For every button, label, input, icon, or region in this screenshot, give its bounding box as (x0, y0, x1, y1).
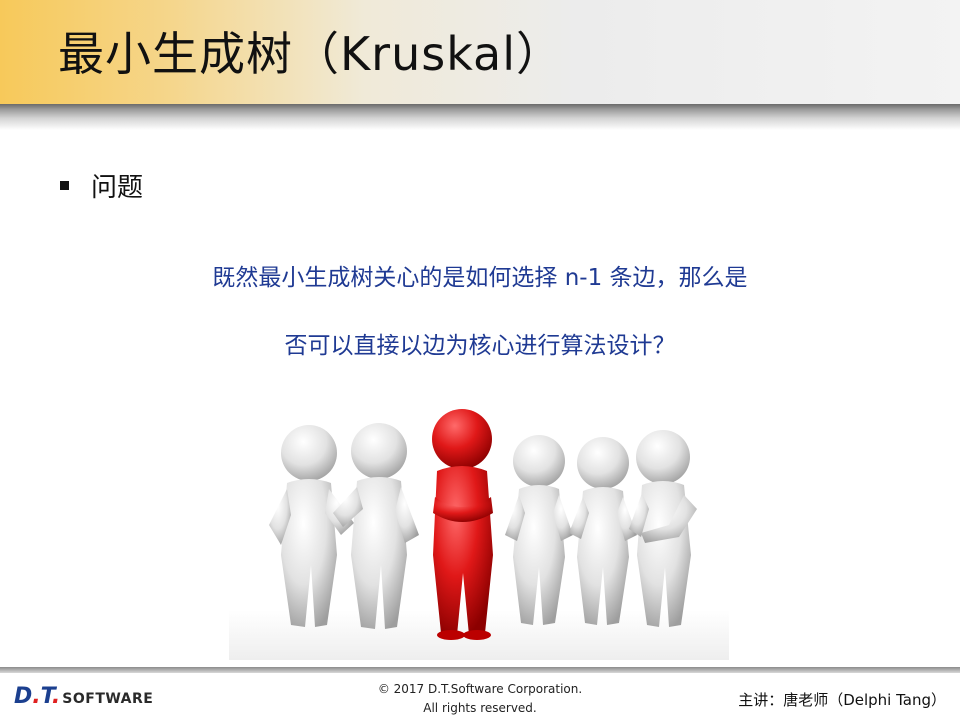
logo-t: T (40, 684, 52, 709)
bullet-item: 问题 (60, 168, 144, 203)
bullet-label: 问题 (91, 172, 144, 203)
speaker-credit: 主讲：唐老师（Delphi Tang） (738, 691, 946, 709)
logo-dot-2: . (51, 684, 61, 709)
white-figure-1 (269, 425, 354, 627)
square-bullet-icon (60, 180, 69, 190)
question-line-2: 否可以直接以边为核心进行算法设计？ (284, 333, 676, 359)
copyright-line-1: © 2017 D.T.Software Corporation. (377, 682, 583, 696)
logo-software: SOFTWARE (62, 691, 154, 707)
footer-divider (0, 667, 960, 673)
copyright-line-2: All rights reserved. (423, 701, 537, 715)
slide-title: 最小生成树（Kruskal） (58, 27, 563, 81)
team-figures-illustration (229, 409, 729, 660)
white-figure-4 (569, 437, 637, 625)
white-figure-5 (629, 430, 697, 627)
logo-d: D (14, 684, 33, 709)
dt-software-logo: D.T. SOFTWARE (14, 684, 153, 714)
logo-dot-1: . (32, 684, 41, 709)
title-band-shadow (0, 104, 960, 130)
question-line-1: 既然最小生成树关心的是如何选择 n-1 条边，那么是 (212, 265, 748, 291)
red-figure-leader (432, 409, 493, 640)
copyright-notice: © 2017 D.T.Software Corporation. All rig… (320, 680, 640, 718)
white-figure-3 (505, 435, 573, 625)
